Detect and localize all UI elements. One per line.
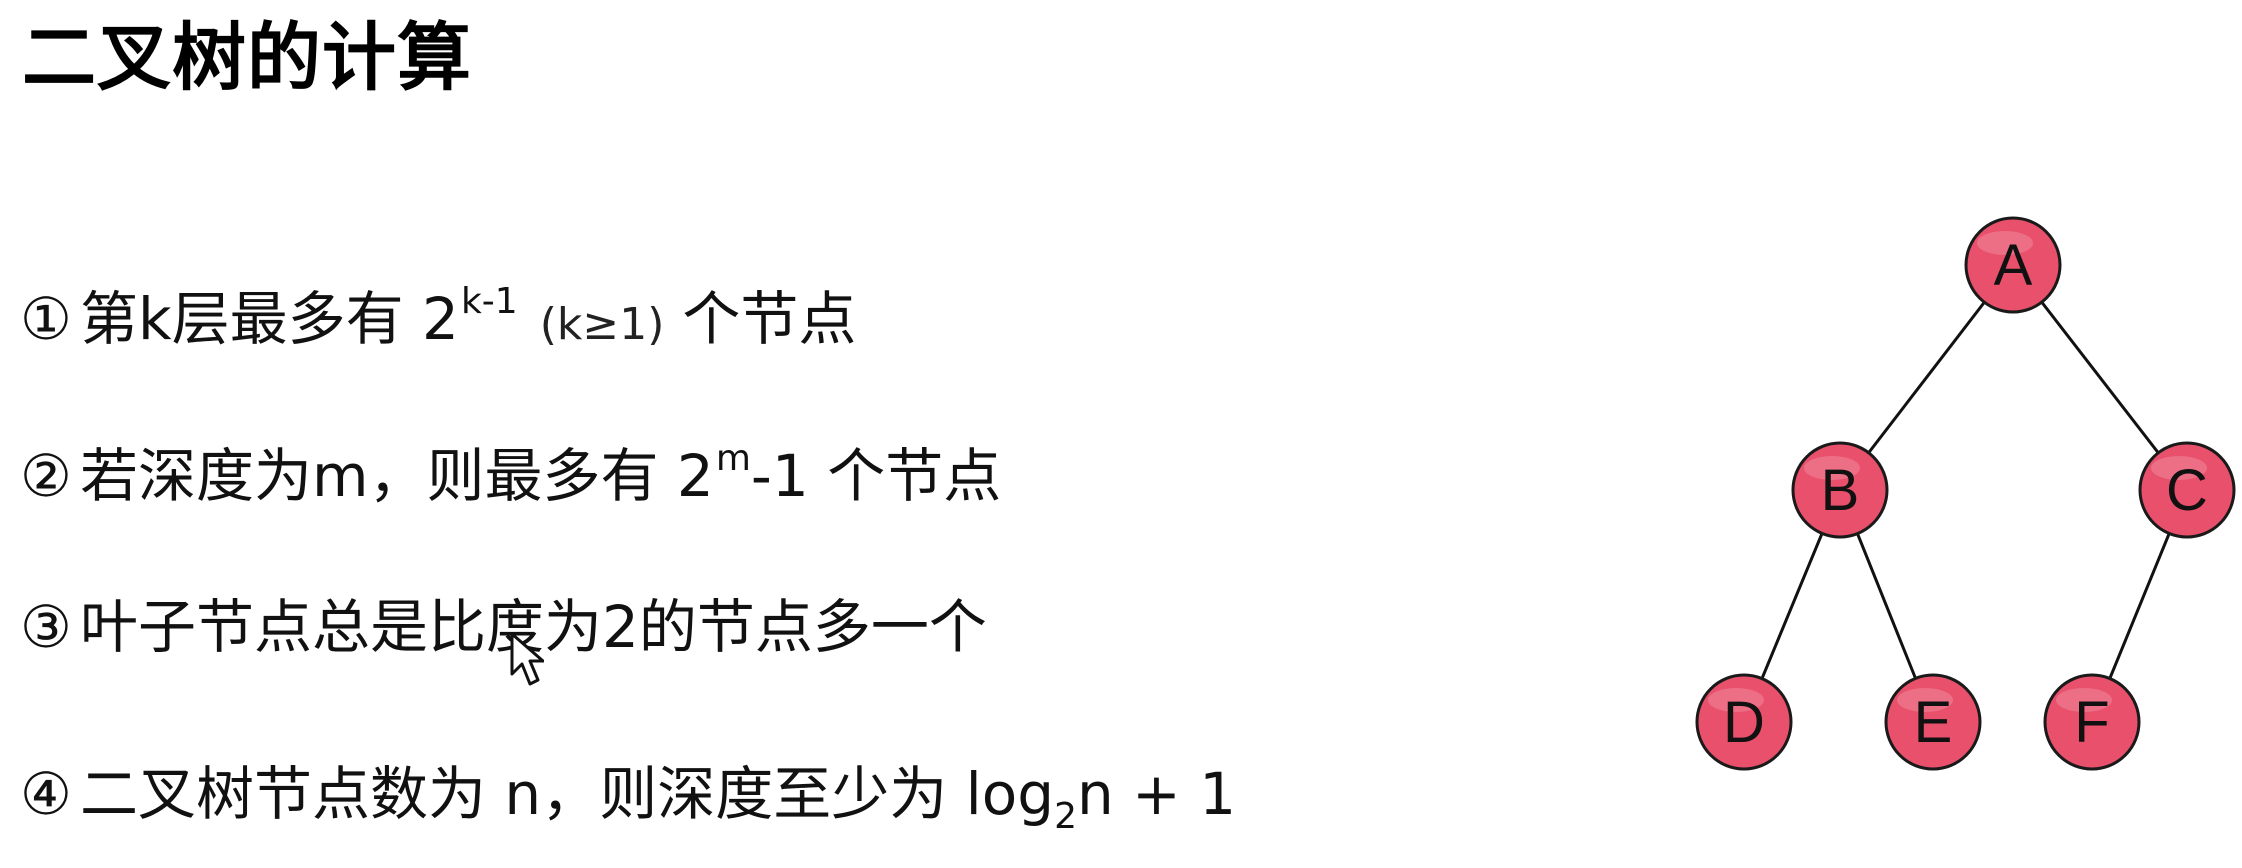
binary-tree-svg: A B C D E F (1695, 216, 2236, 771)
rule-condition: (k≥1) (539, 299, 665, 350)
rule-text-end: -1 个节点 (750, 442, 1002, 510)
rule-marker: ③ (20, 593, 72, 661)
rule-text-end: n + 1 (1076, 760, 1237, 828)
tree-node-f: F (2043, 673, 2141, 771)
binary-tree-diagram: A B C D E F (1680, 200, 2240, 790)
rule-item-3: ③ 叶子节点总是比度为2的节点多一个 (20, 598, 987, 656)
rule-superscript: k-1 (460, 281, 518, 322)
tree-node-d: D (1695, 673, 1793, 771)
rule-text: 若深度为m，则最多有 2 (80, 442, 714, 510)
arrow-cursor-icon (510, 632, 544, 686)
rule-text-end: 个节点 (682, 285, 857, 353)
tree-node-e: E (1884, 673, 1982, 771)
rule-subscript: 2 (1054, 796, 1077, 837)
tree-node-label: E (1914, 690, 1953, 755)
tree-node-label: C (2166, 458, 2208, 523)
tree-node-b: B (1791, 441, 1889, 539)
rule-text: 二叉树节点数为 n，则深度至少为 log (80, 760, 1055, 828)
rule-item-1: ① 第k层最多有 2k-1 (k≥1) 个节点 (20, 284, 856, 353)
tree-node-c: C (2138, 441, 2236, 539)
tree-node-a: A (1964, 216, 2062, 314)
rule-marker: ④ (20, 760, 72, 828)
tree-node-label: F (2074, 690, 2109, 755)
rule-text: 第k层最多有 2 (80, 285, 459, 353)
rule-item-2: ② 若深度为m，则最多有 2m-1 个节点 (20, 441, 1001, 510)
tree-node-label: A (1994, 233, 2033, 298)
rule-superscript: m (715, 438, 751, 479)
rule-marker: ② (20, 442, 72, 510)
rule-item-4: ④ 二叉树节点数为 n，则深度至少为 log2n + 1 (20, 760, 1236, 835)
rule-marker: ① (20, 285, 72, 353)
tree-node-label: B (1821, 458, 1860, 523)
rules-list: ① 第k层最多有 2k-1 (k≥1) 个节点 ② 若深度为m，则最多有 2m-1 个节… (20, 0, 1580, 868)
tree-node-label: D (1723, 690, 1765, 755)
